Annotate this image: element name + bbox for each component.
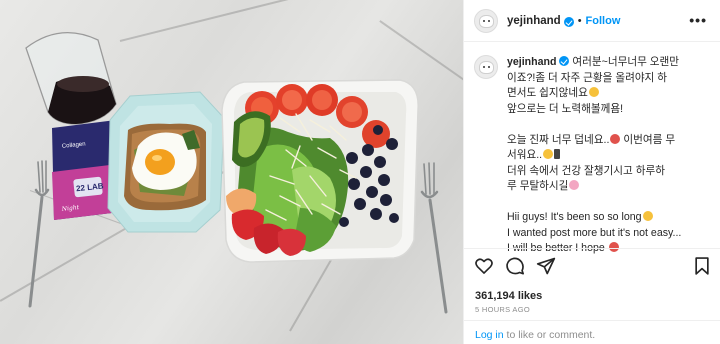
like-count[interactable]: 361,194 likes <box>475 290 542 302</box>
header-username[interactable]: yejinhand <box>507 15 561 27</box>
right-fork <box>420 162 448 314</box>
left-fork <box>28 160 50 308</box>
verified-badge-icon <box>563 16 574 27</box>
action-bar <box>474 256 714 278</box>
divider <box>464 248 720 249</box>
share-icon[interactable] <box>536 256 556 276</box>
sweat-smile-emoji-icon <box>588 87 599 97</box>
caption-line: I wanted post more but it's not easy... <box>507 226 682 239</box>
caption-line: 오늘 진짜 너무 덥네요.. <box>507 133 610 146</box>
smiling-face-emoji-icon <box>608 242 619 252</box>
salad-bowl <box>221 79 419 263</box>
caption-username[interactable]: yejinhand <box>507 56 556 68</box>
sweat-smile-emoji-icon <box>642 211 653 221</box>
bookmark-icon[interactable] <box>692 256 712 276</box>
food-table-illustration: 22 LAB Collagen Night <box>25 32 448 314</box>
verified-badge-icon <box>559 56 570 66</box>
more-options-icon[interactable]: ••• <box>689 13 707 27</box>
phone-emoji-icon <box>554 149 561 159</box>
login-prompt: Log in to like or comment. <box>475 329 595 341</box>
caption-line: 루 무탈하시길 <box>507 180 569 192</box>
caption-line: 이번여름 무 <box>623 133 676 146</box>
caption-line: 더위 속에서 건강 잘챙기시고 하루하 <box>507 164 665 177</box>
caption-line: 서워요.. <box>507 149 543 161</box>
caption-line: 여러분~너무너무 오랜만 <box>572 56 679 68</box>
hot-face-emoji-icon <box>610 133 621 144</box>
login-prompt-text: to like or comment. <box>503 329 596 341</box>
dog-avatar-icon <box>479 14 494 28</box>
divider <box>464 320 720 321</box>
follow-button[interactable]: Follow <box>586 15 621 27</box>
header-separator: • <box>577 14 582 27</box>
worried-face-emoji-icon <box>543 149 554 159</box>
post-timestamp[interactable]: 5 HOURS AGO <box>475 305 530 314</box>
post-header: yejinhand • Follow ••• <box>464 0 720 42</box>
heart-icon[interactable] <box>474 256 494 276</box>
caption-line: 이죠?!좀 더 자주 근황을 올려야지 하 <box>507 71 667 84</box>
caption-avatar[interactable] <box>474 55 498 79</box>
caption-block: yejinhand 여러분~너무너무 오랜만 이죠?!좀 더 자주 근황을 올려… <box>474 55 714 257</box>
dog-avatar-icon <box>479 61 494 74</box>
caption-line: 면서도 쉽지않네요 <box>507 87 588 99</box>
avatar[interactable] <box>474 8 498 33</box>
cola-glass <box>25 32 117 125</box>
post-photo[interactable]: 22 LAB Collagen Night <box>0 0 463 344</box>
caption-line: 앞으로는 더 노력해볼께욤! <box>507 102 624 115</box>
comment-icon[interactable] <box>505 256 525 276</box>
post-side-panel: yejinhand • Follow ••• yejinhand 여러분~너무너… <box>463 0 720 344</box>
caption-line: Hii guys! It's been so so long <box>507 211 642 223</box>
login-link[interactable]: Log in <box>475 329 504 341</box>
toast-plate <box>107 91 225 233</box>
caption-text: yejinhand 여러분~너무너무 오랜만 이죠?!좀 더 자주 근황을 올려… <box>507 55 712 257</box>
praying-hands-emoji-icon <box>569 180 580 190</box>
